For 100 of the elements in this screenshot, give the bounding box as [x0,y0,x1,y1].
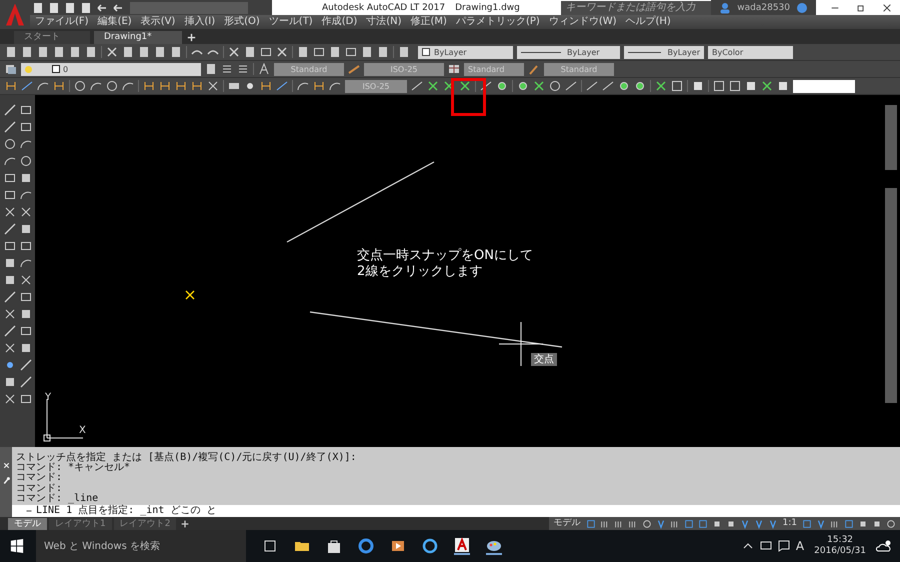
shopping-bag-icon[interactable] [326,538,342,554]
linetype-dropdown[interactable]: ByLayer [517,46,620,58]
document-tab[interactable]: Drawing1* [94,31,182,44]
document-icon[interactable] [170,46,182,58]
user-icon[interactable] [719,2,732,14]
new-tab-icon[interactable] [186,32,197,43]
menu-item[interactable]: 形式(O) [224,15,260,29]
document-icon[interactable] [4,274,16,286]
dot-icon[interactable] [517,80,529,92]
media-player-icon[interactable] [390,538,406,554]
windows-logo-icon[interactable] [10,539,24,553]
document-icon[interactable] [80,2,92,14]
document-icon[interactable] [20,172,32,184]
lineweight-dropdown[interactable]: ByLayer [624,46,704,58]
arc-icon[interactable] [329,80,341,92]
menu-item[interactable]: 挿入(I) [184,15,216,29]
document-icon[interactable] [329,46,341,58]
annotation-scale-button[interactable]: 1:1 [780,517,800,530]
color-dropdown[interactable]: ByLayer [418,46,513,58]
menu-item[interactable]: パラメトリック(P) [456,15,540,29]
document-icon[interactable] [85,46,97,58]
document-icon[interactable] [32,2,44,14]
document-icon[interactable] [122,46,134,58]
layer-dropdown[interactable]: 0 [21,62,201,76]
clock-date[interactable]: 2016/05/31 [814,546,866,557]
document-icon[interactable] [37,46,49,58]
clock-time[interactable]: 15:32 [827,535,854,546]
plot-style-dropdown[interactable]: ByColor [708,46,793,58]
dot-icon[interactable] [618,80,630,92]
document-icon[interactable] [20,342,32,354]
circle-icon[interactable] [549,80,561,92]
document-icon[interactable] [712,518,722,528]
circle-icon[interactable] [642,518,652,528]
arc-icon[interactable] [122,80,134,92]
menu-item[interactable]: 表示(V) [140,15,176,29]
document-icon[interactable] [20,222,32,234]
document-icon[interactable] [228,80,240,92]
close-icon[interactable] [882,2,892,12]
document-icon[interactable] [777,80,789,92]
arc-icon[interactable] [297,80,309,92]
layout-tab[interactable]: モデル [8,518,47,530]
dot-icon[interactable] [634,80,646,92]
document-icon[interactable] [5,46,17,58]
table-icon[interactable] [448,63,460,75]
document-tab[interactable]: スタート [14,31,90,44]
app-logo-icon[interactable] [454,537,470,555]
task-view-icon[interactable] [262,538,278,554]
circle-icon[interactable] [886,518,896,528]
dimension-style-icon[interactable] [348,63,360,75]
document-icon[interactable] [53,46,65,58]
document-icon[interactable] [361,46,373,58]
weather-icon[interactable] [876,538,892,554]
document-icon[interactable] [21,46,33,58]
document-icon[interactable] [726,518,736,528]
document-icon[interactable] [205,63,217,75]
search-field[interactable]: キーワードまたは語句を入力 [561,0,712,14]
new-layout-icon[interactable] [180,518,190,528]
message-icon[interactable] [778,540,790,552]
arc-icon[interactable] [90,80,102,92]
input-mode-indicator[interactable]: A [796,539,804,553]
document-icon[interactable] [297,46,309,58]
document-icon[interactable] [64,2,76,14]
model-space-button[interactable]: モデル [550,517,584,530]
taskbar-search-field[interactable]: Web と Windows を検索 [36,530,246,562]
layout-tab[interactable]: レイアウト2 [114,518,176,530]
text-style-icon[interactable] [258,63,270,75]
menu-item[interactable]: ツール(T) [268,15,313,29]
document-icon[interactable] [4,256,16,268]
document-icon[interactable] [377,46,389,58]
document-icon[interactable] [4,376,16,388]
menu-item[interactable]: 編集(E) [98,15,132,29]
menu-item[interactable]: ファイル(F) [35,15,89,29]
arc-icon[interactable] [37,80,49,92]
empty-dropdown[interactable] [793,80,855,92]
menu-item[interactable]: ヘルプ(H) [626,15,671,29]
circle-icon[interactable] [4,138,16,150]
restore-icon[interactable] [856,2,866,12]
document-icon[interactable] [745,80,757,92]
menu-item[interactable]: 作成(D) [322,15,358,29]
leader-icon[interactable] [528,63,540,75]
layout-tab[interactable]: レイアウト1 [49,518,112,530]
document-icon[interactable] [692,80,704,92]
document-icon[interactable] [154,46,166,58]
network-icon[interactable] [760,540,772,552]
menu-item[interactable]: 寸法(N) [366,15,402,29]
document-icon[interactable] [69,46,81,58]
document-icon[interactable] [244,46,256,58]
dot-icon[interactable] [244,80,256,92]
dot-icon[interactable] [496,80,508,92]
document-icon[interactable] [138,46,150,58]
circle-icon[interactable] [20,154,32,166]
document-icon[interactable] [20,308,32,320]
document-icon[interactable] [48,2,60,14]
circle-icon[interactable] [74,80,86,92]
menu-item[interactable]: 修正(M) [410,15,447,29]
help-icon[interactable] [796,2,808,14]
layers-icon[interactable] [5,63,17,75]
document-icon[interactable] [398,46,410,58]
menu-item[interactable]: ウィンドウ(W) [548,15,617,29]
wrench-icon[interactable] [2,476,10,485]
